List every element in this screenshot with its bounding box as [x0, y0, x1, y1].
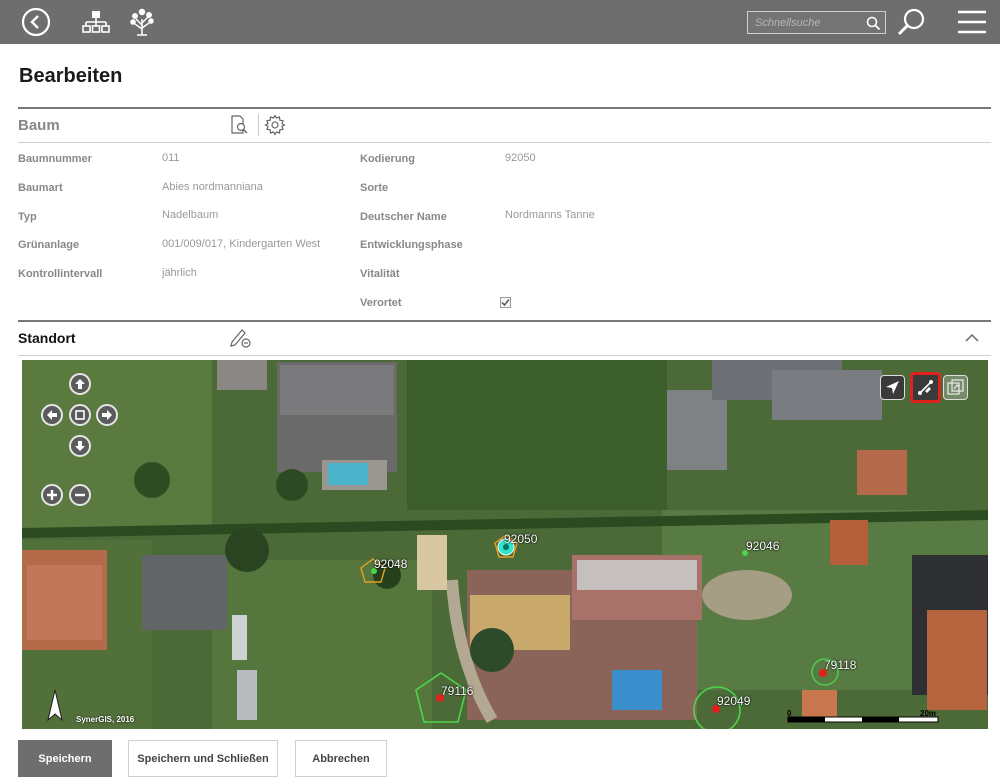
pan-right-button[interactable]	[96, 404, 118, 426]
field-label-typ: Typ	[18, 211, 37, 223]
save-button[interactable]: Speichern	[18, 740, 112, 777]
icon-separator	[258, 114, 259, 136]
field-value-baumart: Abies nordmanniana	[162, 181, 263, 193]
field-label-vitalitaet: Vitalität	[360, 268, 400, 280]
locate-button[interactable]	[880, 375, 905, 400]
verortet-checkbox[interactable]	[500, 297, 511, 308]
zoom-search-icon[interactable]	[894, 4, 930, 40]
arrow-down-icon	[75, 441, 85, 451]
field-label-verortet: Verortet	[360, 297, 402, 309]
section-divider-thin	[18, 142, 991, 143]
tree-label-92050: 92050	[504, 532, 538, 546]
cancel-button[interactable]: Abbrechen	[295, 740, 387, 777]
field-label-deutscher-name: Deutscher Name	[360, 211, 447, 223]
tree-label-79118: 79118	[824, 658, 857, 672]
plus-icon	[47, 490, 57, 500]
top-bar	[0, 0, 1000, 44]
field-value-kontrollintervall: jährlich	[162, 267, 197, 279]
edit-geometry-button[interactable]	[910, 372, 941, 403]
tree-label-92048: 92048	[374, 557, 408, 571]
pan-up-button[interactable]	[69, 373, 91, 395]
field-label-kontrollintervall: Kontrollintervall	[18, 268, 103, 280]
scale-start-label: 0	[787, 709, 792, 718]
tree-label-79116: 79116	[441, 684, 474, 698]
arrow-left-icon	[47, 410, 57, 420]
tree-label-92049: 92049	[717, 694, 751, 708]
section-title-standort: Standort	[18, 330, 76, 346]
save-and-close-button[interactable]: Speichern und Schließen	[128, 740, 278, 777]
menu-icon[interactable]	[954, 4, 990, 40]
pan-center-button[interactable]	[69, 404, 91, 426]
field-label-baumart: Baumart	[18, 182, 63, 194]
map-copyright: SynerGIS, 2016	[76, 715, 135, 724]
locate-arrow-icon	[886, 381, 899, 394]
field-label-sorte: Sorte	[360, 182, 389, 194]
field-value-deutscher-name: Nordmanns Tanne	[505, 209, 595, 221]
arrow-right-icon	[102, 410, 112, 420]
field-value-typ: Nadelbaum	[162, 209, 219, 221]
zoom-in-button[interactable]	[41, 484, 63, 506]
check-icon	[501, 299, 510, 307]
scale-end-label: 20m	[920, 709, 937, 718]
section-divider	[18, 107, 991, 109]
edit-geometry-icon	[918, 380, 933, 395]
page-title: Bearbeiten	[19, 65, 123, 87]
quick-search	[747, 11, 886, 34]
field-label-gruenanlage: Grünanlage	[18, 239, 80, 251]
arrow-up-icon	[75, 379, 85, 389]
field-value-kodierung: 92050	[505, 152, 536, 164]
field-label-kodierung: Kodierung	[360, 153, 415, 165]
pan-left-button[interactable]	[41, 404, 63, 426]
chevron-up-icon[interactable]	[963, 331, 981, 345]
sitemap-icon[interactable]	[78, 4, 114, 40]
layers-button[interactable]	[943, 375, 968, 400]
section-divider-thin	[18, 355, 991, 356]
document-search-icon[interactable]	[229, 114, 251, 136]
tree-icon[interactable]	[124, 4, 160, 40]
square-icon	[75, 410, 85, 420]
layers-icon	[947, 379, 964, 395]
search-input[interactable]	[748, 12, 860, 33]
zoom-out-button[interactable]	[69, 484, 91, 506]
field-label-entwicklungsphase: Entwicklungsphase	[360, 239, 463, 251]
back-circle-icon[interactable]	[18, 4, 54, 40]
minus-icon	[75, 493, 85, 497]
section-title-baum: Baum	[18, 117, 60, 134]
field-value-baumnummer: 011	[162, 152, 180, 164]
pencil-edit-icon[interactable]	[229, 327, 253, 349]
search-icon[interactable]	[863, 13, 883, 33]
map-view[interactable]: 92050 92048 92046 79118 79116 92049 Syne…	[22, 360, 988, 729]
pan-down-button[interactable]	[69, 435, 91, 457]
field-value-gruenanlage: 001/009/017, Kindergarten West	[162, 238, 321, 250]
tree-label-92046: 92046	[746, 539, 780, 553]
gear-icon[interactable]	[264, 114, 286, 136]
section-divider	[18, 320, 991, 322]
field-label-baumnummer: Baumnummer	[18, 153, 92, 165]
